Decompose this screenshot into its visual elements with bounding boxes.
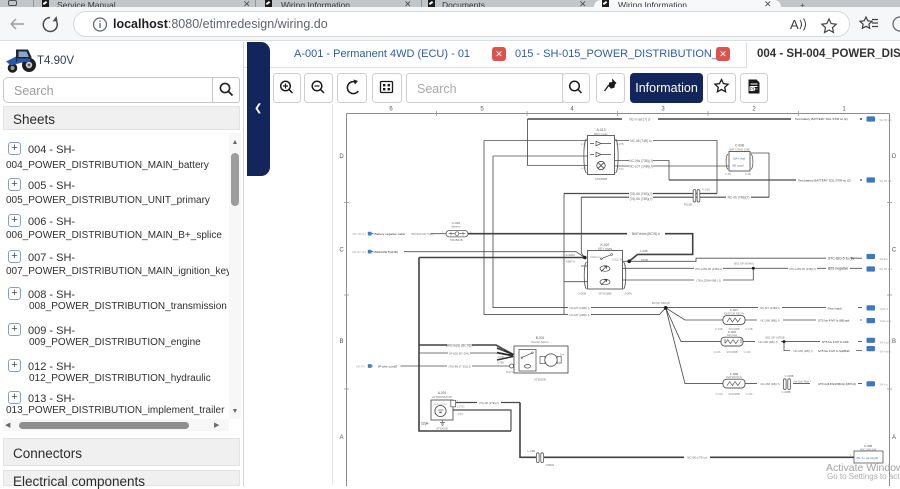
- svg-text:A: A: [790, 17, 799, 32]
